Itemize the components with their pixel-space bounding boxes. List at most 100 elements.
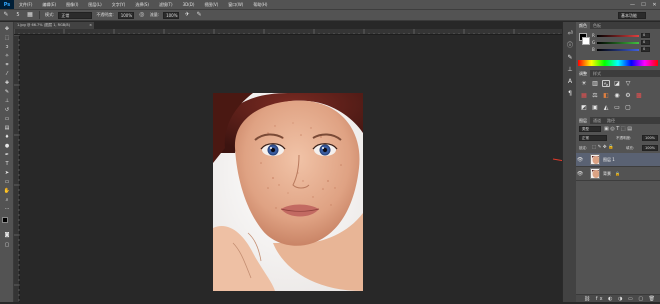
screen-mode-icon[interactable]: ▢: [3, 242, 11, 248]
blue-value[interactable]: 0: [641, 47, 650, 52]
maximize-button[interactable]: ☐: [638, 0, 649, 9]
quick-mask-icon[interactable]: ◙: [3, 232, 11, 238]
flow-field[interactable]: 100%: [163, 11, 180, 19]
brush-tool-preset-icon[interactable]: ✎: [2, 11, 10, 19]
pressure-opacity-icon[interactable]: ◎: [138, 11, 146, 19]
blue-track[interactable]: [597, 48, 639, 51]
brush-panel-icon[interactable]: ✎: [566, 54, 574, 61]
color-spectrum-bar[interactable]: [578, 60, 658, 66]
quick-select-tool-icon[interactable]: ✧: [3, 53, 11, 59]
lasso-tool-icon[interactable]: ↄ: [3, 44, 11, 50]
exposure-icon[interactable]: ◪: [613, 80, 621, 87]
zoom-tool-icon[interactable]: ⌕: [3, 197, 11, 203]
path-select-tool-icon[interactable]: ➤: [3, 170, 11, 176]
photo-filter-icon[interactable]: ◉: [613, 92, 621, 99]
green-slider[interactable]: G 0: [592, 40, 650, 45]
hue-saturation-icon[interactable]: ▦: [580, 92, 588, 99]
eyedropper-tool-icon[interactable]: ⁄: [3, 71, 11, 77]
menu-edit[interactable]: 编辑(E): [37, 2, 61, 8]
red-slider[interactable]: R 0: [592, 33, 650, 38]
gradient-tool-icon[interactable]: ▤: [3, 125, 11, 131]
layer-name[interactable]: 背景: [603, 171, 611, 177]
layer-name[interactable]: 图层 1: [603, 157, 615, 163]
menu-help[interactable]: 帮助(H): [248, 2, 272, 8]
brush-panel-toggle-icon[interactable]: ▦: [26, 11, 34, 19]
menu-select[interactable]: 选择(S): [130, 2, 154, 8]
brush-tool-icon[interactable]: ✎: [3, 89, 11, 95]
lock-icons[interactable]: ⬚ ✎ ✥ 🔒: [592, 145, 614, 150]
pen-tool-icon[interactable]: ✒: [3, 152, 11, 158]
brightness-contrast-icon[interactable]: ☀: [580, 80, 588, 87]
visibility-eye-icon[interactable]: 👁: [576, 157, 584, 163]
pressure-size-icon[interactable]: ✎: [195, 11, 203, 19]
invert-icon[interactable]: ◩: [580, 104, 588, 111]
selective-color-icon[interactable]: ▢: [624, 104, 632, 111]
green-value[interactable]: 0: [641, 40, 650, 45]
marquee-tool-icon[interactable]: ⬚: [3, 35, 11, 41]
blur-tool-icon[interactable]: ♦: [3, 134, 11, 140]
tab-swatches[interactable]: 色板: [590, 22, 604, 29]
blue-slider[interactable]: B 0: [592, 47, 650, 52]
history-panel-icon[interactable]: ⏎: [566, 30, 574, 37]
tab-layers[interactable]: 图层: [576, 117, 590, 124]
curves-icon[interactable]: ∿: [602, 80, 610, 88]
tab-adjustments[interactable]: 调整: [576, 70, 590, 77]
menu-window[interactable]: 窗口(W): [223, 2, 248, 8]
close-tab-icon[interactable]: ×: [89, 23, 92, 27]
color-balance-icon[interactable]: ⚖: [591, 92, 599, 99]
channel-mixer-icon[interactable]: ⚙: [624, 92, 632, 99]
levels-icon[interactable]: ▥: [591, 80, 599, 87]
layer-opacity-field[interactable]: 100%: [642, 135, 658, 141]
green-track[interactable]: [597, 41, 639, 44]
close-window-button[interactable]: ✕: [649, 0, 660, 9]
menu-filter[interactable]: 滤镜(T): [154, 2, 178, 8]
minimize-button[interactable]: —: [627, 0, 638, 9]
gradient-map-icon[interactable]: ▭: [613, 104, 621, 111]
layers-footer-icons[interactable]: ⛓ fx ◐ ◑ ▭ ▢ 🗑: [576, 294, 660, 302]
crop-tool-icon[interactable]: ⌗: [3, 62, 11, 68]
black-white-icon[interactable]: ◧: [602, 92, 610, 99]
layer-kind-filter[interactable]: 类型: [579, 126, 601, 132]
menu-image[interactable]: 图像(I): [61, 2, 83, 8]
properties-panel-icon[interactable]: ⓘ: [566, 42, 574, 49]
color-lookup-icon[interactable]: ▩: [635, 92, 643, 99]
red-track[interactable]: [597, 34, 639, 37]
clone-source-panel-icon[interactable]: ⊥: [566, 66, 574, 73]
opacity-field[interactable]: 100%: [117, 11, 134, 19]
history-brush-tool-icon[interactable]: ↺: [3, 107, 11, 113]
tab-color[interactable]: 颜色: [576, 22, 590, 29]
eraser-tool-icon[interactable]: ▭: [3, 116, 11, 122]
layer-row-layer1[interactable]: 👁 图层 1: [576, 153, 660, 167]
menu-file[interactable]: 文件(F): [14, 2, 37, 8]
type-tool-icon[interactable]: T: [3, 161, 11, 167]
layer-row-background[interactable]: 👁 背景 🔒: [576, 167, 660, 181]
layer-filter-icons[interactable]: ▣ ◎ T ⬚ ▤: [604, 126, 632, 132]
background-color-chip[interactable]: [582, 37, 590, 45]
foreground-color-swatch[interactable]: [2, 217, 8, 223]
posterize-icon[interactable]: ▣: [591, 104, 599, 111]
airbrush-icon[interactable]: ✈: [183, 11, 191, 19]
healing-brush-tool-icon[interactable]: ✚: [3, 80, 11, 86]
fill-field[interactable]: 100%: [642, 145, 658, 151]
menu-type[interactable]: 文字(Y): [107, 2, 131, 8]
tab-channels[interactable]: 通道: [590, 117, 604, 124]
brush-size-icon[interactable]: 5: [14, 11, 22, 19]
move-tool-icon[interactable]: ✥: [3, 26, 11, 32]
paragraph-panel-icon[interactable]: ¶: [566, 90, 574, 97]
threshold-icon[interactable]: ◭: [602, 104, 610, 111]
clone-stamp-tool-icon[interactable]: ⊥: [3, 98, 11, 104]
tab-paths[interactable]: 路径: [604, 117, 618, 124]
character-panel-icon[interactable]: A: [566, 78, 574, 85]
portrait-photo[interactable]: [213, 93, 363, 291]
vibrance-icon[interactable]: ▽: [624, 80, 632, 87]
tab-styles[interactable]: 样式: [590, 70, 604, 77]
more-tools-icon[interactable]: ···: [3, 206, 11, 212]
shape-tool-icon[interactable]: ▭: [3, 179, 11, 185]
dodge-tool-icon[interactable]: ●: [3, 143, 11, 149]
workspace-select[interactable]: 基本功能: [618, 12, 646, 19]
mode-select[interactable]: 正常: [58, 11, 93, 19]
blend-mode-select[interactable]: 正常: [579, 135, 607, 141]
menu-3d[interactable]: 3D(D): [178, 2, 200, 7]
visibility-eye-icon[interactable]: 👁: [576, 171, 584, 177]
menu-layer[interactable]: 图层(L): [83, 2, 106, 8]
